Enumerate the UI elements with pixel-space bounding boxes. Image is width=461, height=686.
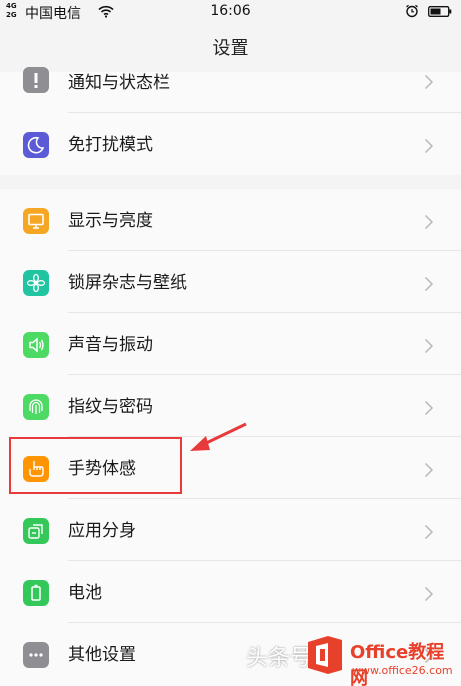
- settings-item-label: 声音与振动: [68, 335, 153, 355]
- settings-item-label: 免打扰模式: [68, 135, 153, 155]
- settings-item-label: 指纹与密码: [68, 397, 153, 417]
- settings-item-label: 应用分身: [68, 521, 136, 541]
- battery-status-icon: [428, 6, 452, 17]
- flower-icon: [23, 270, 49, 296]
- settings-item-label: 通知与状态栏: [68, 73, 170, 93]
- moon-icon: [23, 132, 49, 158]
- chevron-right-icon: [424, 138, 434, 154]
- chevron-right-icon: [424, 214, 434, 230]
- fingerprint-icon: [23, 394, 49, 420]
- settings-item-notifications[interactable]: 通知与状态栏: [0, 67, 461, 113]
- settings-item-app-clone[interactable]: 应用分身: [0, 499, 461, 561]
- chevron-right-icon: [424, 462, 434, 478]
- chevron-right-icon: [424, 400, 434, 416]
- alarm-icon: [406, 4, 418, 18]
- settings-screen: 4G 2G 中国电信 16:06 设置 通知与状态栏 免打扰模式 显示与亮度 锁…: [0, 0, 461, 686]
- chevron-right-icon: [424, 74, 434, 90]
- settings-item-sound-vibration[interactable]: 声音与振动: [0, 313, 461, 375]
- watermark-brand: Office教程网: [350, 642, 445, 686]
- settings-item-lockscreen-wallpaper[interactable]: 锁屏杂志与壁纸: [0, 251, 461, 313]
- status-bar: 4G 2G 中国电信 16:06: [0, 0, 461, 24]
- settings-item-label: 锁屏杂志与壁纸: [68, 273, 187, 293]
- settings-item-label: 其他设置: [68, 645, 136, 665]
- settings-item-do-not-disturb[interactable]: 免打扰模式: [0, 113, 461, 175]
- watermark: 头条号 Office教程网 www.office26.com: [240, 624, 461, 686]
- chevron-right-icon: [424, 524, 434, 540]
- settings-item-label: 电池: [68, 583, 102, 603]
- chevron-right-icon: [424, 276, 434, 292]
- settings-item-display[interactable]: 显示与亮度: [0, 189, 461, 251]
- speaker-icon: [23, 332, 49, 358]
- exclamation-icon: [23, 67, 49, 93]
- annotation-arrow-icon: [190, 422, 247, 451]
- chevron-right-icon: [424, 586, 434, 602]
- chevron-right-icon: [424, 338, 434, 354]
- settings-item-label: 显示与亮度: [68, 211, 153, 231]
- settings-group-1: 通知与状态栏 免打扰模式: [0, 67, 461, 175]
- display-icon: [23, 208, 49, 234]
- more-icon: [23, 642, 49, 668]
- highlight-box: [9, 437, 182, 494]
- settings-item-battery[interactable]: 电池: [0, 561, 461, 623]
- battery-icon: [23, 580, 49, 606]
- watermark-url: www.office26.com: [352, 664, 453, 677]
- clock: 16:06: [210, 3, 251, 19]
- app-clone-icon: [23, 518, 49, 544]
- office-logo-icon: [308, 636, 342, 674]
